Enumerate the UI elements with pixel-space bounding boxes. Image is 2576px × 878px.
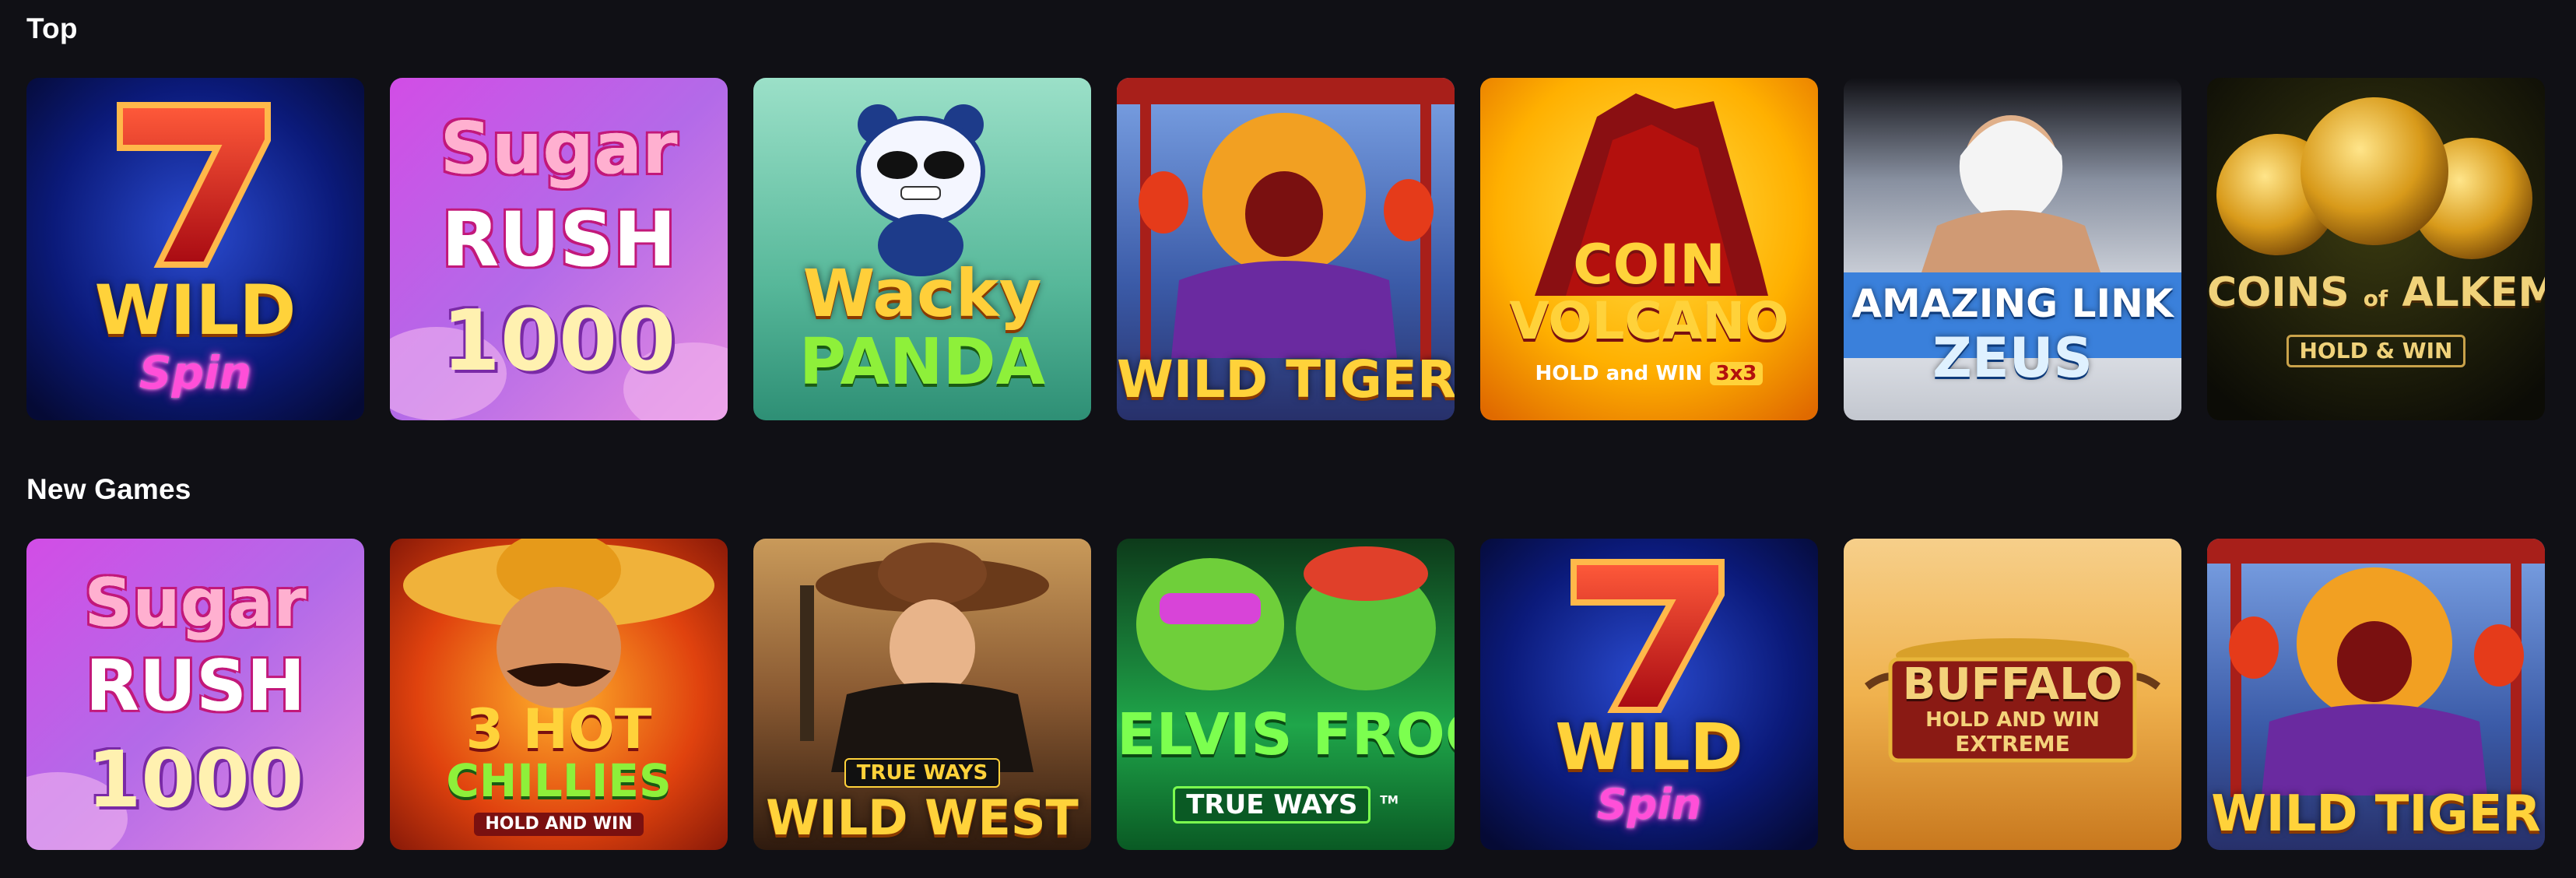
- title-part: of: [2363, 286, 2388, 311]
- section-title-top: Top: [26, 12, 78, 44]
- game-tile-coins-of-alkemor[interactable]: COINS of ALKEMOR HOLD & WIN: [2207, 78, 2545, 420]
- game-subtitle: HOLD AND WIN: [1925, 708, 2100, 732]
- game-title-line: 1000: [86, 734, 304, 825]
- game-tile-buffalo-hold-and-win-extreme[interactable]: BUFFALO HOLD AND WIN EXTREME: [1844, 539, 2181, 850]
- title-part: COINS: [2207, 269, 2350, 316]
- hold-and-win-label: HOLD and WIN: [1535, 362, 1703, 385]
- game-title-line: RUSH: [441, 196, 676, 283]
- game-title-line: RUSH: [85, 645, 306, 727]
- game-title-line: 1000: [441, 293, 676, 390]
- game-title-line: Sugar: [84, 564, 307, 642]
- game-title-line: COINS of ALKEMOR: [2207, 272, 2545, 313]
- game-subtitle: TRUE WAYS: [753, 758, 1091, 788]
- game-title-line: AMAZING LINK: [1851, 281, 2174, 326]
- game-tile-wild-tiger[interactable]: WILD TIGER: [2207, 539, 2545, 850]
- game-subtitle: HOLD AND WIN: [390, 813, 728, 836]
- game-title-line: ELVIS FROG: [1117, 701, 1455, 768]
- game-row-new-games: Sugar RUSH 1000 3 HOT CHILLIES HOLD AND …: [26, 539, 2545, 850]
- game-title-line: ZEUS: [1932, 326, 2093, 390]
- trademark-mark: TM: [1380, 794, 1399, 807]
- section-title-new-games: New Games: [26, 473, 191, 505]
- game-title-line: Spin: [1596, 780, 1702, 829]
- game-title-line: BUFFALO: [1902, 659, 2123, 710]
- true-ways-badge: TRUE WAYS: [844, 758, 1001, 788]
- game-tile-wild-tiger[interactable]: WILD TIGER: [1117, 78, 1455, 420]
- game-tile-sugar-rush-1000[interactable]: Sugar RUSH 1000: [26, 539, 364, 850]
- game-title-line: WILD: [94, 270, 297, 350]
- game-title-line: Sugar: [440, 107, 678, 190]
- game-title-line: WILD TIGER: [1117, 349, 1455, 409]
- game-title-line: PANDA: [798, 325, 1046, 399]
- hold-and-win-badge: HOLD & WIN: [2286, 335, 2466, 367]
- game-title-line: VOLCANO: [1509, 291, 1789, 351]
- true-ways-badge: TRUE WAYS: [1173, 786, 1371, 824]
- game-tile-3-hot-chillies[interactable]: 3 HOT CHILLIES HOLD AND WIN: [390, 539, 728, 850]
- game-title-line: WILD: [1555, 711, 1743, 785]
- game-title-line: CHILLIES: [446, 754, 672, 807]
- game-tile-7-wild-spin[interactable]: WILD Spin: [26, 78, 364, 420]
- game-title-line: WILD WEST: [766, 789, 1079, 846]
- game-title-line: Spin: [139, 346, 252, 399]
- gold-coins-icon: [2207, 78, 2545, 420]
- game-subtitle: TRUE WAYS TM: [1117, 786, 1455, 824]
- game-tile-elvis-frog-true-ways[interactable]: ELVIS FROG TRUE WAYS TM: [1117, 539, 1455, 850]
- title-part: ALKEMOR: [2402, 269, 2545, 316]
- hold-and-win-badge: HOLD AND WIN: [474, 813, 644, 836]
- grid-size-badge: 3x3: [1709, 362, 1764, 385]
- game-subtitle: HOLD and WIN 3x3: [1480, 362, 1818, 385]
- game-tile-wild-west-true-ways[interactable]: TRUE WAYS WILD WEST: [753, 539, 1091, 850]
- game-title-line: Wacky: [802, 255, 1042, 332]
- game-title-line: COIN: [1573, 233, 1725, 297]
- game-tile-wacky-panda[interactable]: Wacky PANDA: [753, 78, 1091, 420]
- game-tile-coin-volcano[interactable]: COIN VOLCANO HOLD and WIN 3x3: [1480, 78, 1818, 420]
- game-title-line: WILD TIGER: [2211, 785, 2541, 843]
- game-title-line: 3 HOT: [465, 697, 652, 761]
- game-row-top: WILD Spin Sugar RUSH 1000 Wacky PANDA WI…: [26, 78, 2545, 420]
- game-subtitle: EXTREME: [1955, 731, 2070, 757]
- game-subtitle: HOLD & WIN: [2207, 335, 2545, 367]
- game-tile-sugar-rush-1000[interactable]: Sugar RUSH 1000: [390, 78, 728, 420]
- game-tile-7-wild-spin[interactable]: WILD Spin: [1480, 539, 1818, 850]
- game-tile-amazing-link-zeus[interactable]: AMAZING LINK ZEUS: [1844, 78, 2181, 420]
